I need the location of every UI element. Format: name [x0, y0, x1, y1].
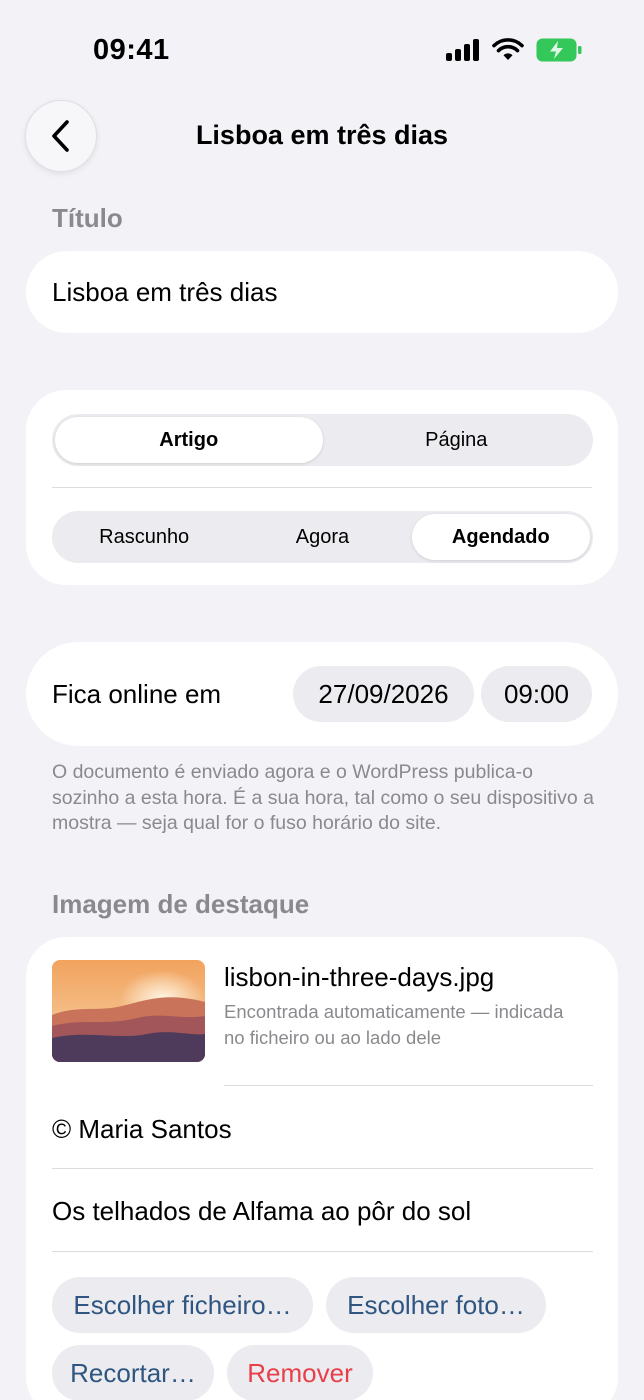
schedule-footnote: O documento é enviado agora e o WordPres…: [52, 761, 594, 835]
date-picker[interactable]: 27/09/2026: [293, 666, 474, 722]
sunset-hills-image: [52, 960, 205, 1062]
title-input[interactable]: Lisboa em três dias: [26, 251, 618, 333]
file-source-note: Encontrada automaticamente — indicada no…: [224, 1001, 564, 1048]
wifi-icon: [492, 38, 524, 60]
status-bar: 09:41: [0, 0, 644, 90]
page-title: Lisboa em três dias: [195, 120, 449, 150]
post-type-segmented-control: Artigo Página: [52, 414, 593, 466]
file-name: lisbon-in-three-days.jpg: [224, 962, 495, 992]
divider: [224, 1085, 593, 1086]
crop-button[interactable]: Recortar…: [52, 1345, 214, 1400]
remove-button[interactable]: Remover: [227, 1345, 373, 1400]
divider: [52, 1168, 593, 1169]
featured-image-card: lisbon-in-three-days.jpg Encontrada auto…: [26, 937, 618, 1400]
segment-pagina[interactable]: Página: [323, 417, 591, 463]
choose-file-button[interactable]: Escolher ficheiro…: [52, 1277, 313, 1333]
time-picker[interactable]: 09:00: [481, 666, 592, 722]
segment-agendado[interactable]: Agendado: [411, 514, 590, 560]
image-caption[interactable]: Os telhados de Alfama ao pôr do sol: [52, 1196, 471, 1227]
schedule-card: Fica online em 27/09/2026 09:00: [26, 642, 618, 746]
title-section-label: Título: [52, 203, 123, 233]
segment-artigo[interactable]: Artigo: [55, 417, 323, 463]
status-icons: [446, 38, 582, 62]
featured-image-thumbnail[interactable]: [52, 960, 205, 1062]
navigation-bar: Lisboa em três dias: [0, 98, 644, 172]
image-credit[interactable]: © Maria Santos: [52, 1114, 232, 1145]
cellular-signal-icon: [446, 39, 479, 61]
divider: [52, 1251, 593, 1252]
divider: [52, 487, 592, 488]
status-time: 09:41: [93, 34, 170, 66]
title-input-value: Lisboa em três dias: [52, 276, 278, 307]
segment-agora[interactable]: Agora: [233, 514, 411, 560]
choose-photo-button[interactable]: Escolher foto…: [326, 1277, 546, 1333]
featured-image-section-label: Imagem de destaque: [52, 889, 310, 919]
battery-charging-icon: [536, 38, 582, 62]
schedule-label: Fica online em: [52, 679, 222, 709]
publish-mode-segmented-control: Rascunho Agora Agendado: [52, 511, 593, 563]
post-options-card: Artigo Página Rascunho Agora Agendado: [26, 390, 618, 585]
segment-rascunho[interactable]: Rascunho: [55, 514, 233, 560]
